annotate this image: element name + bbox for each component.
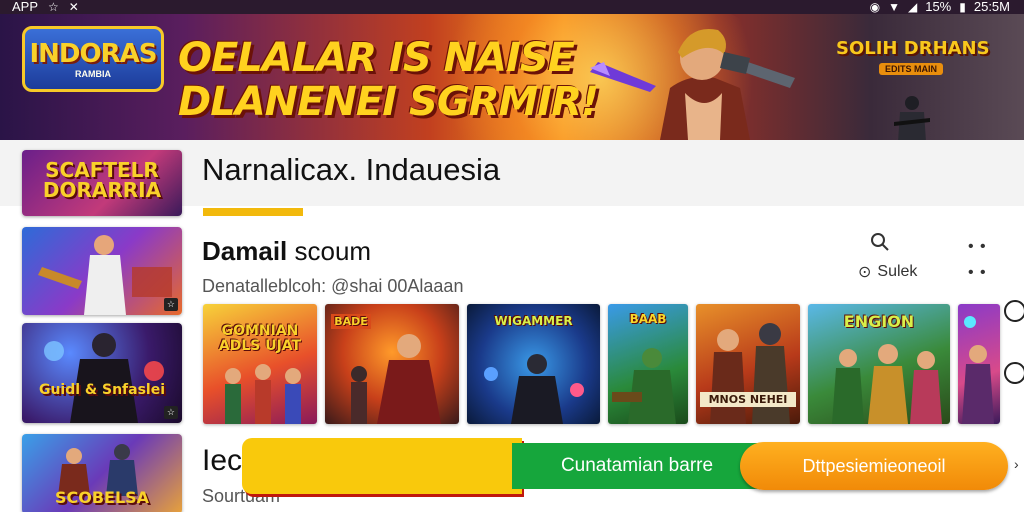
game-tile[interactable] [958,304,1000,424]
game-tile-art [225,364,301,424]
banner-headline-line1: OELALAR IS NAISE [178,35,575,81]
game-tile-art [351,334,441,424]
favorite-icon: ☆ [163,406,178,419]
app-label: APP [12,0,39,14]
section-title-bold: Damail [202,236,288,266]
section-title: Damail scoum [202,236,371,267]
battery-percent: 15% [925,0,952,14]
game-tile-art [612,348,676,424]
banner-logo-title: INDORAS [29,39,158,69]
sidebar-item-game-2[interactable]: ☆ [22,227,182,315]
sidebar-item-art [38,235,172,315]
soldier-image [894,96,930,140]
sidebar-item-caption: Guidl & Snfaslei [38,382,166,398]
chevron-right-icon[interactable]: › [1014,456,1019,472]
share-icon: ⊙ [858,264,872,281]
game-tile-art [484,354,584,424]
section-title-rest: scoum [287,236,372,266]
location-icon: ◉ [869,0,881,14]
game-tile-label: ENGION [843,312,915,331]
share-button[interactable]: ⊙ Sulek [858,262,917,282]
game-tile[interactable]: MNOS NEHEI [696,304,800,424]
game-tile-label: WIGAMMER [494,314,573,328]
status-right: ◉ ▼ ◢ 15% ▮ 25:5M [870,0,1010,14]
game-tile[interactable]: ENGION [808,304,950,424]
banner-headline-line2: DLANENEI SGRMIR! [178,79,599,125]
game-tile[interactable]: BAAB [608,304,688,424]
active-tab-indicator [203,208,303,216]
sidebar-item-game-4[interactable]: SCOBELSA [22,434,182,512]
banner-logo-subtitle: RAMBIA [75,69,111,79]
close-notification-icon: ✕ [68,0,79,14]
scroll-right-button[interactable] [1004,300,1024,322]
cta-green-button[interactable]: Cunatamian barre [512,443,762,489]
share-label: Sulek [877,263,918,280]
section-subtitle: Denatalleblcoh: @shai 00Alaaan [202,276,464,296]
bottom-section-title: Iec [202,444,243,477]
favorite-icon: ☆ [163,298,178,311]
scroll-right-button[interactable] [1004,362,1024,384]
sidebar-item-game-3[interactable]: Guidl & Snfaslei ☆ [22,323,182,423]
more-icon[interactable]: • • [968,264,987,282]
status-time: 25:5M [973,0,1010,14]
cta-yellow-button[interactable] [242,438,522,494]
status-left: APP ☆ ✕ [12,0,79,14]
game-tile[interactable]: BADE [325,304,459,424]
game-tile-label: MNOS NEHEI [700,392,796,407]
wifi-icon: ▼ [888,0,900,14]
battery-icon: ▮ [959,0,966,14]
game-tile-label: GOMNIAN ADLS UJAT [218,323,302,354]
promo-banner[interactable]: INDORAS RAMBIA OELALAR IS NAISE DLANENEI… [0,14,1024,140]
game-tile-art [962,316,994,424]
search-icon[interactable] [870,232,890,252]
game-tile-label: BAAB [629,312,667,326]
banner-right-logo-subtitle: EDITS MAIN [878,63,943,75]
status-bar: APP ☆ ✕ ◉ ▼ ◢ 15% ▮ 25:5M [0,0,1024,14]
sidebar-item-game-1[interactable]: SCAFTELR DORARRIA [22,150,182,216]
banner-right-logo: SOLIH DRHANS EDITS MAIN [836,38,990,94]
sidebar-item-art [44,333,164,423]
notification-icon: ☆ [48,0,59,14]
game-tile-art [832,344,942,424]
sidebar-item-caption: SCOBELSA [54,488,150,507]
cta-orange-button[interactable]: Dttpesiemieoneoil [740,442,1008,490]
sidebar-item-caption: SCAFTELR DORARRIA [42,158,162,202]
game-tile[interactable]: GOMNIAN ADLS UJAT [203,304,317,424]
hero-character-image [590,28,795,140]
game-tile[interactable]: WIGAMMER [467,304,600,424]
page-title: Narnalicax. Indauesia [202,152,501,187]
signal-icon: ◢ [907,0,918,14]
banner-right-logo-title: SOLIH DRHANS [836,38,990,59]
more-icon[interactable]: • • [968,238,987,256]
banner-game-logo: INDORAS RAMBIA [22,26,164,92]
banner-headline: OELALAR IS NAISE DLANENEI SGRMIR! [178,35,599,125]
cta-bar: Cunatamian barre Dttpesiemieoneoil [242,438,1008,494]
